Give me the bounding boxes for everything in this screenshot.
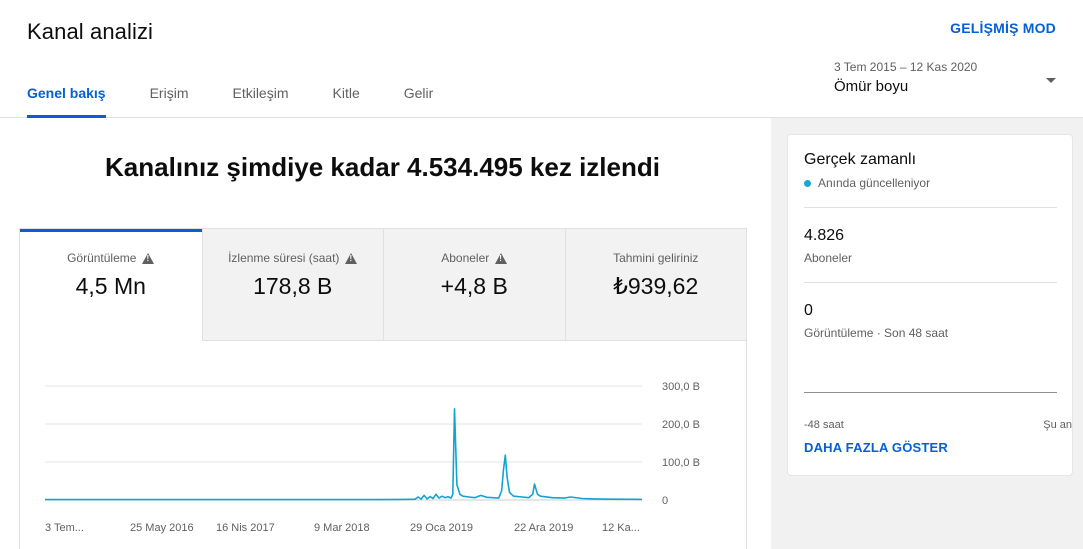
- metric-label-views: Görüntüleme: [67, 251, 137, 265]
- chart-y-tick-label: 100,0 B: [662, 457, 700, 469]
- realtime-title: Gerçek zamanlı: [804, 151, 917, 168]
- metric-value-views: 4,5 Mn: [75, 273, 146, 299]
- realtime-axis-end: Şu an: [1043, 419, 1072, 431]
- metric-tab-views[interactable]: Görüntüleme 4,5 Mn: [20, 229, 202, 341]
- live-dot-icon: [804, 179, 811, 187]
- page-title: Kanal analizi: [27, 19, 154, 44]
- right-panel: Gerçek zamanlı Anında güncelleniyor 4.82…: [771, 118, 1083, 549]
- main-content: Kanalınız şimdiye kadar 4.534.495 kez iz…: [0, 118, 771, 549]
- metric-label-watch-time: İzlenme süresi (saat): [228, 251, 340, 265]
- views-chart-area: 300,0 B 200,0 B 100,0 B 0 3 Tem... 25 May 201…: [20, 341, 748, 549]
- advanced-mode-button[interactable]: GELİŞMİŞ MOD: [950, 20, 1056, 36]
- realtime-subscribers-value: 4.826: [804, 227, 845, 244]
- metric-label-revenue: Tahmini geliriniz: [613, 251, 699, 265]
- chart-x-tick-label: 25 May 2016: [130, 522, 194, 534]
- metric-tab-revenue[interactable]: Tahmini geliriniz ₺939,62: [564, 229, 746, 341]
- date-range-text: 3 Tem 2015 – 12 Kas 2020: [834, 60, 978, 74]
- metric-tab-watch-time[interactable]: İzlenme süresi (saat) 178,8 B: [201, 229, 383, 341]
- warning-icon: [495, 252, 508, 264]
- chart-y-tick-label: 0: [662, 495, 668, 507]
- tab-revenue[interactable]: Gelir: [404, 84, 434, 118]
- date-range-picker[interactable]: 3 Tem 2015 – 12 Kas 2020 Ömür boyu: [834, 60, 1056, 104]
- show-more-button[interactable]: DAHA FAZLA GÖSTER: [804, 440, 948, 455]
- metric-tabs: Görüntüleme 4,5 Mn İzlenme süresi (saat)…: [20, 229, 746, 341]
- realtime-chart-baseline: [804, 392, 1057, 393]
- chart-x-tick-label: 3 Tem...: [45, 522, 84, 534]
- views-chart[interactable]: 300,0 B 200,0 B 100,0 B 0 3 Tem... 25 May 201…: [20, 341, 748, 549]
- realtime-axis-start: -48 saat: [804, 419, 844, 431]
- realtime-subtitle: Anında güncelleniyor: [818, 176, 931, 190]
- metric-value-subscribers: +4,8 B: [440, 273, 508, 299]
- chart-x-tick-label: 12 Ka...: [602, 522, 640, 534]
- chart-x-tick-label: 22 Ara 2019: [514, 522, 573, 534]
- warning-icon: [345, 252, 358, 264]
- realtime-views-label: Görüntüleme · Son 48 saat: [804, 326, 949, 340]
- tab-overview[interactable]: Genel bakış: [27, 84, 106, 118]
- metric-tab-subscribers[interactable]: Aboneler +4,8 B: [383, 229, 565, 341]
- divider: [804, 282, 1057, 283]
- dropdown-arrow-icon[interactable]: [1046, 78, 1056, 83]
- metric-value-watch-time: 178,8 B: [253, 273, 333, 299]
- divider: [804, 207, 1057, 208]
- tab-audience[interactable]: Kitle: [333, 84, 360, 118]
- analytics-tabs: Genel bakış Erişim Etkileşim Kitle Gelir: [27, 84, 477, 118]
- chart-x-tick-label: 16 Nis 2017: [216, 522, 275, 534]
- warning-icon: [142, 252, 155, 264]
- realtime-subscribers-label: Aboneler: [804, 251, 853, 265]
- chart-series-line: [45, 408, 643, 501]
- chart-y-tick-label: 200,0 B: [662, 419, 700, 431]
- metric-label-subscribers: Aboneler: [441, 251, 490, 265]
- metric-card: Görüntüleme 4,5 Mn İzlenme süresi (saat)…: [19, 228, 747, 549]
- realtime-views-value: 0: [804, 302, 813, 319]
- page-header: Kanal analizi GELİŞMİŞ MOD Genel bakış E…: [0, 0, 1083, 118]
- chart-x-tick-label: 29 Oca 2019: [410, 522, 473, 534]
- chart-y-tick-label: 300,0 B: [662, 381, 700, 393]
- views-headline: Kanalınız şimdiye kadar 4.534.495 kez iz…: [105, 152, 660, 182]
- realtime-card: Gerçek zamanlı Anında güncelleniyor 4.82…: [787, 134, 1073, 476]
- date-range-label: Ömür boyu: [834, 78, 909, 95]
- metric-value-revenue: ₺939,62: [613, 273, 699, 299]
- chart-x-tick-label: 9 Mar 2018: [314, 522, 370, 534]
- tab-reach[interactable]: Erişim: [150, 84, 189, 118]
- tab-engagement[interactable]: Etkileşim: [232, 84, 288, 118]
